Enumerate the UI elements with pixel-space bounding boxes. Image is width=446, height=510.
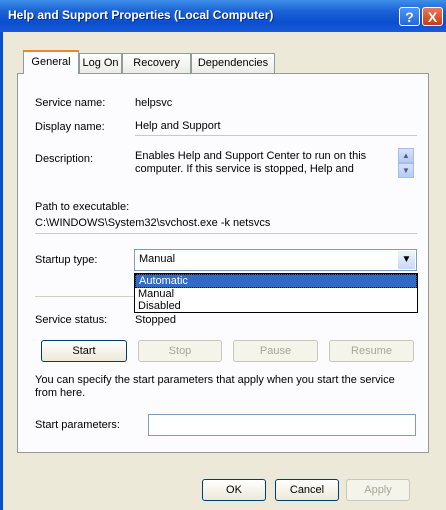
display-name-label: Display name: (35, 121, 105, 133)
description-text[interactable]: Enables Help and Support Center to run o… (135, 150, 397, 178)
stop-button[interactable]: Stop (138, 340, 222, 362)
ok-button[interactable]: OK (202, 479, 266, 501)
display-name-field[interactable]: Help and Support (135, 118, 417, 136)
startup-type-value: Manual (139, 253, 176, 265)
start-params-info-text: You can specify the start parameters tha… (35, 374, 395, 399)
apply-button[interactable]: Apply (346, 479, 410, 501)
close-icon[interactable]: X (422, 7, 443, 26)
dropdown-option-automatic[interactable]: Automatic (135, 274, 417, 288)
cancel-button[interactable]: Cancel (275, 479, 339, 501)
service-name-value: helpsvc (135, 97, 173, 109)
window-frame-left (0, 32, 3, 510)
tab-recovery[interactable]: Recovery (122, 53, 191, 73)
start-button[interactable]: Start (41, 340, 127, 362)
start-parameters-label: Start parameters: (35, 419, 120, 431)
properties-window: Help and Support Properties (Local Compu… (0, 0, 446, 510)
startup-type-select[interactable]: Manual ▼ (134, 249, 417, 271)
help-icon[interactable]: ? (399, 7, 420, 26)
chevron-down-icon[interactable]: ▼ (398, 251, 415, 269)
description-label: Description: (35, 153, 94, 165)
title-bar[interactable]: Help and Support Properties (Local Compu… (0, 0, 446, 32)
service-status-label: Service status: (35, 314, 108, 326)
service-name-label: Service name: (35, 97, 106, 109)
start-parameters-input[interactable] (148, 414, 416, 436)
scroll-up-icon[interactable]: ▲ (398, 148, 414, 163)
pause-button[interactable]: Pause (233, 340, 318, 362)
path-to-executable-field[interactable]: C:\WINDOWS\System32\svchost.exe -k netsv… (35, 216, 417, 234)
startup-type-label: Startup type: (35, 254, 98, 266)
dropdown-option-manual[interactable]: Manual (135, 288, 417, 300)
startup-type-dropdown[interactable]: Automatic Manual Disabled (134, 273, 418, 313)
resume-button[interactable]: Resume (329, 340, 414, 362)
scroll-down-icon[interactable]: ▼ (398, 163, 414, 178)
dropdown-option-disabled[interactable]: Disabled (135, 300, 417, 312)
tab-general[interactable]: General (23, 50, 79, 74)
window-title: Help and Support Properties (Local Compu… (8, 8, 274, 22)
tab-dependencies[interactable]: Dependencies (191, 53, 275, 73)
service-status-value: Stopped (135, 314, 176, 326)
tab-log-on[interactable]: Log On (79, 53, 122, 73)
path-label: Path to executable: (35, 201, 130, 213)
